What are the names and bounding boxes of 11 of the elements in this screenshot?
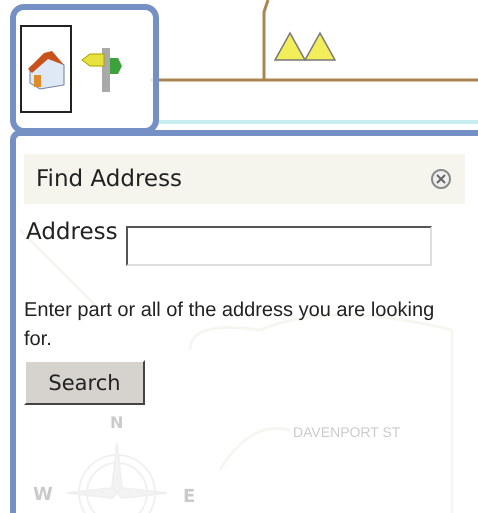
panel-title: Find Address	[36, 166, 182, 192]
close-icon	[436, 174, 446, 184]
hint-text: Enter part or all of the address you are looking for.	[24, 298, 436, 352]
tool-button[interactable]	[20, 25, 72, 113]
warning-icon	[304, 31, 336, 61]
input-field[interactable]	[126, 226, 432, 266]
close-button[interactable]	[431, 169, 451, 189]
signpost-icon	[80, 46, 124, 92]
warning-icon	[274, 31, 306, 61]
search-button[interactable]: Search	[24, 360, 145, 405]
field-label: Address	[26, 218, 118, 246]
